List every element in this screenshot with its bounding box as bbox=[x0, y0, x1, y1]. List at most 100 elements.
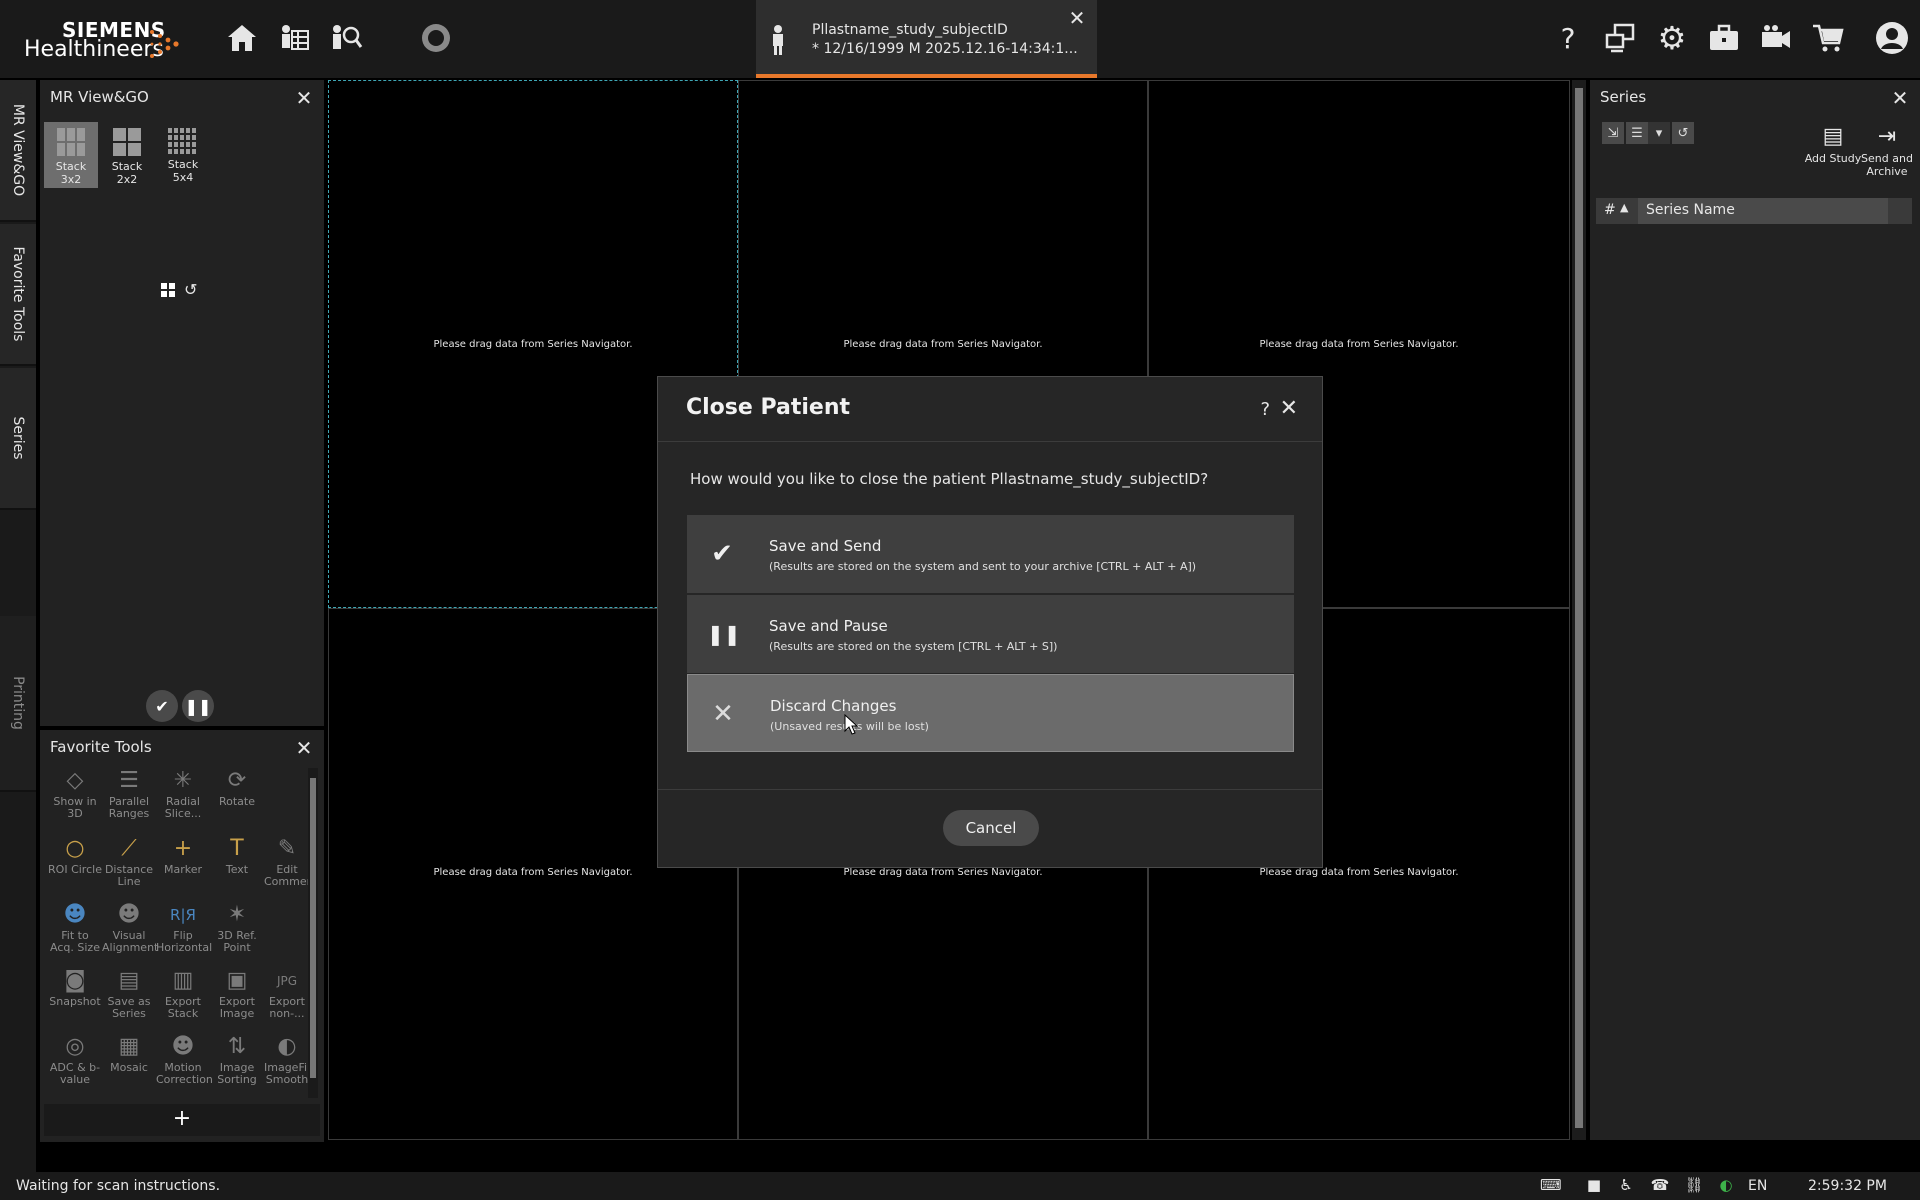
tool-motion-correction[interactable]: ☻ Motion Correction bbox=[156, 1032, 213, 1096]
save-and-pause-option[interactable]: ❚❚ Save and Pause (Results are stored on… bbox=[687, 595, 1294, 673]
patient-tab[interactable]: Pllastname_study_subjectID * 12/16/1999 … bbox=[756, 0, 1097, 78]
close-panel-icon[interactable]: ✕ bbox=[1890, 86, 1910, 110]
discard-changes-option[interactable]: ✕ Discard Changes (Unsaved results will … bbox=[687, 674, 1294, 752]
mouse-cursor-icon bbox=[844, 714, 858, 735]
tab-printing[interactable]: Printing bbox=[0, 616, 36, 792]
fit-size-icon: ☻ bbox=[63, 902, 87, 927]
view-go-panel: MR View&GO ✕ Stack 3x2 Stack 2x2 Stack 5… bbox=[40, 80, 324, 726]
undo-icon[interactable]: ↺ bbox=[184, 280, 202, 299]
cart-icon[interactable] bbox=[1808, 18, 1848, 58]
tool-label: Parallel Ranges bbox=[108, 795, 150, 820]
tool-adc-b-value[interactable]: ◎ ADC & b-value bbox=[48, 1032, 102, 1096]
tool-image-filter-smooth[interactable]: ◐ ImageFil Smooth bbox=[264, 1032, 310, 1096]
network-tray-icon[interactable]: ⛓ bbox=[1684, 1176, 1704, 1196]
language-indicator[interactable]: EN bbox=[1748, 1178, 1767, 1194]
viewport-placeholder: Please drag data from Series Navigator. bbox=[843, 867, 1043, 878]
scanner-icon[interactable] bbox=[416, 18, 456, 58]
accessibility-tray-icon[interactable]: ♿ bbox=[1616, 1176, 1636, 1196]
status-indicator-icon[interactable]: ◐ bbox=[1716, 1176, 1736, 1196]
tab-mr-view-go[interactable]: MR View&GO bbox=[0, 80, 36, 222]
layout-label: Stack 3x2 bbox=[55, 160, 87, 186]
tool-export-image[interactable]: ▣ Export Image bbox=[210, 966, 264, 1030]
panel-title: Favorite Tools bbox=[50, 738, 152, 756]
add-tool-button[interactable]: + bbox=[44, 1104, 320, 1136]
tool-save-as-series[interactable]: ▤ Save as Series bbox=[102, 966, 156, 1030]
phone-tray-icon[interactable]: ☎ bbox=[1650, 1176, 1670, 1196]
tool-flip-horizontal[interactable]: R|Я Flip Horizontal bbox=[156, 900, 213, 964]
tool-parallel-ranges[interactable]: ☰ Parallel Ranges bbox=[102, 766, 156, 830]
tool-label: Marker bbox=[163, 863, 203, 876]
network-icon[interactable] bbox=[1600, 18, 1640, 58]
tab-label: Favorite Tools bbox=[10, 246, 26, 342]
tool-visual-alignment[interactable]: ☻ Visual Alignment bbox=[102, 900, 158, 964]
tool-export-stack[interactable]: ▥ Export Stack bbox=[156, 966, 210, 1030]
close-patient-tab-icon[interactable]: ✕ bbox=[1067, 8, 1087, 28]
briefcase-icon[interactable] bbox=[1704, 18, 1744, 58]
close-panel-icon[interactable]: ✕ bbox=[294, 86, 314, 110]
gear-icon[interactable]: ⚙ bbox=[1652, 18, 1692, 58]
viewer-scrollbar[interactable] bbox=[1572, 80, 1586, 1140]
tool-export-non[interactable]: JPG Export non-... bbox=[264, 966, 310, 1030]
tool-label: Edit Commer bbox=[264, 863, 312, 888]
close-icon[interactable]: ✕ bbox=[1280, 396, 1298, 421]
user-avatar-icon[interactable] bbox=[1872, 18, 1912, 58]
column-series-name-header[interactable]: Series Name bbox=[1638, 198, 1888, 224]
tab-favorite-tools[interactable]: Favorite Tools bbox=[0, 224, 36, 366]
help-icon[interactable]: ? bbox=[1548, 18, 1588, 58]
sort-icon[interactable]: ⇲ bbox=[1602, 122, 1624, 144]
tool-3d-ref-point[interactable]: ✶ 3D Ref. Point bbox=[210, 900, 264, 964]
tool-fit-to-acq-size[interactable]: ☻ Fit to Acq. Size bbox=[48, 900, 102, 964]
screen-tray-icon[interactable]: ■ bbox=[1584, 1176, 1604, 1196]
pause-icon: ❚❚ bbox=[707, 622, 741, 646]
tool-marker[interactable]: + Marker bbox=[156, 834, 210, 898]
add-study-icon: ▤ bbox=[1822, 124, 1844, 149]
help-icon[interactable]: ? bbox=[1260, 399, 1270, 420]
refresh-icon[interactable]: ↺ bbox=[1672, 122, 1694, 144]
check-icon: ✔ bbox=[711, 539, 733, 569]
adc-icon: ◎ bbox=[65, 1034, 85, 1059]
save-and-send-option[interactable]: ✔ Save and Send (Results are stored on t… bbox=[687, 515, 1294, 593]
tool-label: ADC & b-value bbox=[49, 1061, 101, 1086]
search-patient-icon[interactable] bbox=[326, 18, 366, 58]
tool-label: Fit to Acq. Size bbox=[50, 929, 100, 954]
layout-stack-2x2[interactable]: Stack 2x2 bbox=[100, 122, 154, 188]
tool-show-in-3d[interactable]: ◇ Show in 3D bbox=[48, 766, 102, 830]
tool-distance-line[interactable]: ⟋ Distance Line bbox=[102, 834, 156, 898]
tool-radial-slice[interactable]: ✳ Radial Slice... bbox=[156, 766, 210, 830]
tool-roi-circle[interactable]: ○ ROI Circle bbox=[48, 834, 102, 898]
layout-stack-5x4[interactable]: Stack 5x4 bbox=[156, 122, 210, 188]
status-message: Waiting for scan instructions. bbox=[16, 1178, 221, 1194]
sort-ascending-icon[interactable]: ▲ bbox=[1620, 201, 1628, 214]
tool-image-sorting[interactable]: ⇅ Image Sorting bbox=[210, 1032, 264, 1096]
pause-button[interactable]: ❚❚ bbox=[182, 690, 214, 722]
tool-snapshot[interactable]: ◙ Snapshot bbox=[48, 966, 102, 1030]
flip-horizontal-icon: R|Я bbox=[170, 906, 196, 924]
tools-scrollbar[interactable] bbox=[308, 768, 318, 1098]
option-description: (Results are stored on the system [CTRL … bbox=[769, 640, 1058, 653]
patient-browser-icon[interactable] bbox=[274, 18, 314, 58]
grid-view-icon[interactable] bbox=[160, 282, 176, 298]
send-archive-button[interactable]: ⇥ Send and Archive bbox=[1858, 122, 1916, 178]
column-number-header[interactable]: # bbox=[1604, 202, 1616, 218]
tool-mosaic[interactable]: ▦ Mosaic bbox=[102, 1032, 156, 1096]
top-bar: SIEMENS Healthineers Pllastname_study_su… bbox=[0, 0, 1920, 78]
keyboard-tray-icon[interactable]: ⌨ bbox=[1540, 1176, 1562, 1196]
tool-label: Flip Horizontal bbox=[156, 929, 213, 954]
tool-rotate[interactable]: ⟳ Rotate bbox=[210, 766, 264, 830]
video-camera-icon[interactable] bbox=[1756, 18, 1796, 58]
dialog-question: How would you like to close the patient … bbox=[690, 470, 1209, 488]
tool-text[interactable]: T Text bbox=[210, 834, 264, 898]
add-study-button[interactable]: ▤ Add Study bbox=[1804, 122, 1862, 165]
list-view-icon[interactable]: ☰ bbox=[1626, 122, 1648, 144]
tool-edit-comment[interactable]: ✎ Edit Commer bbox=[264, 834, 312, 898]
chevron-down-icon[interactable]: ▾ bbox=[1648, 122, 1670, 144]
home-icon[interactable] bbox=[222, 18, 262, 58]
tab-series[interactable]: Series bbox=[0, 368, 36, 510]
confirm-check-button[interactable]: ✔ bbox=[146, 690, 178, 722]
tool-label: Motion Correction bbox=[156, 1061, 213, 1086]
motion-correction-icon: ☻ bbox=[171, 1034, 195, 1059]
layout-stack-3x2[interactable]: Stack 3x2 bbox=[44, 122, 98, 188]
close-panel-icon[interactable]: ✕ bbox=[294, 736, 314, 760]
cancel-button[interactable]: Cancel bbox=[943, 810, 1039, 846]
divider bbox=[658, 789, 1322, 790]
